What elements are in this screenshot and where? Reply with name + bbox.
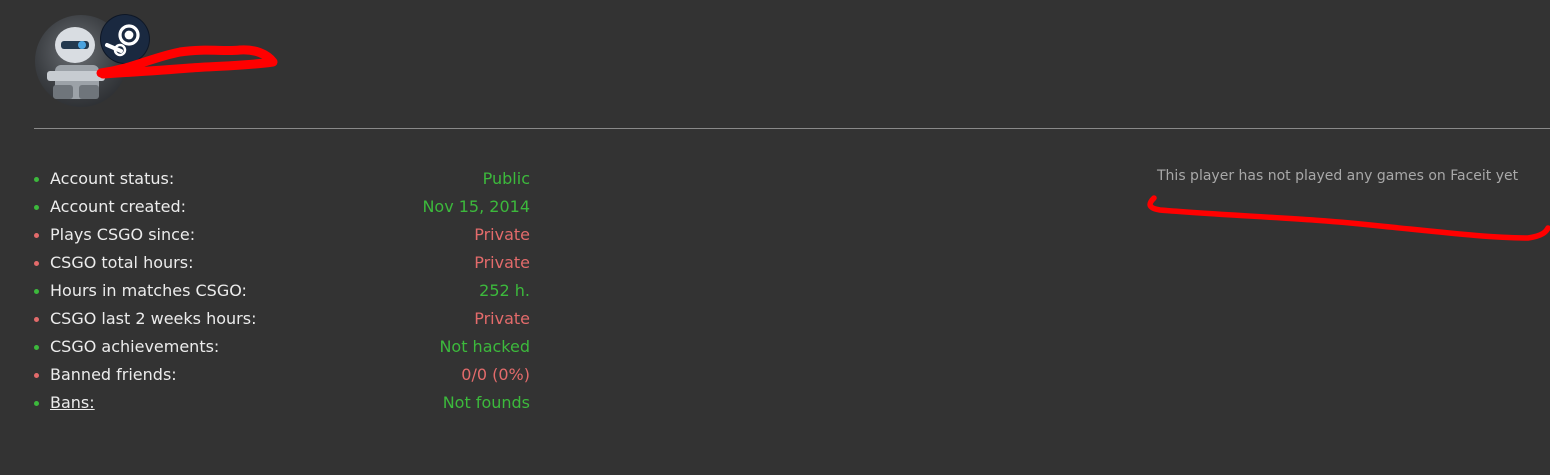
stat-row-account-status: Account status: Public [30,165,530,193]
stat-label: CSGO achievements: [50,337,220,356]
stat-label: Plays CSGO since: [50,225,196,244]
stat-label: Account created: [50,197,187,216]
name-redaction-scribble [96,45,278,79]
status-bullet [34,233,39,238]
bans-link[interactable]: Bans: [50,389,95,417]
stat-value: 0/0 (0%) [461,365,530,384]
status-bullet [34,205,39,210]
stat-label: Hours in matches CSGO: [50,281,247,300]
profile-header [0,0,1550,129]
stat-value: Nov 15, 2014 [422,197,530,216]
stat-row-csgo-total-hours: CSGO total hours: Private [30,249,530,277]
status-bullet [34,261,39,266]
status-bullet [34,289,39,294]
status-bullet [34,317,39,322]
stat-value: Private [474,253,530,272]
stat-value: 252 h. [479,281,530,300]
faceit-redaction-scribble [1147,195,1550,241]
stat-value: Not founds [442,393,530,412]
stat-row-bans: Bans: Not founds [30,389,530,417]
stat-row-hours-in-matches: Hours in matches CSGO: 252 h. [30,277,530,305]
stat-label: CSGO last 2 weeks hours: [50,309,257,328]
stat-row-account-created: Account created: Nov 15, 2014 [30,193,530,221]
stat-row-banned-friends: Banned friends: 0/0 (0%) [30,361,530,389]
stat-row-plays-csgo-since: Plays CSGO since: Private [30,221,530,249]
stat-row-last-2-weeks-hours: CSGO last 2 weeks hours: Private [30,305,530,333]
account-stats-list: Account status: Public Account created: … [30,165,530,417]
status-bullet [34,401,39,406]
stat-value: Private [474,309,530,328]
stat-value: Private [474,225,530,244]
stat-label: Account status: [50,169,175,188]
status-bullet [34,177,39,182]
stat-label: CSGO total hours: [50,253,194,272]
header-divider [34,128,1550,129]
stat-value: Public [482,169,530,188]
stat-row-csgo-achievements: CSGO achievements: Not hacked [30,333,530,361]
status-bullet [34,345,39,350]
stat-value: Not hacked [439,337,530,356]
stat-label: Banned friends: [50,365,177,384]
status-bullet [34,373,39,378]
faceit-empty-message: This player has not played any games on … [1157,168,1519,184]
